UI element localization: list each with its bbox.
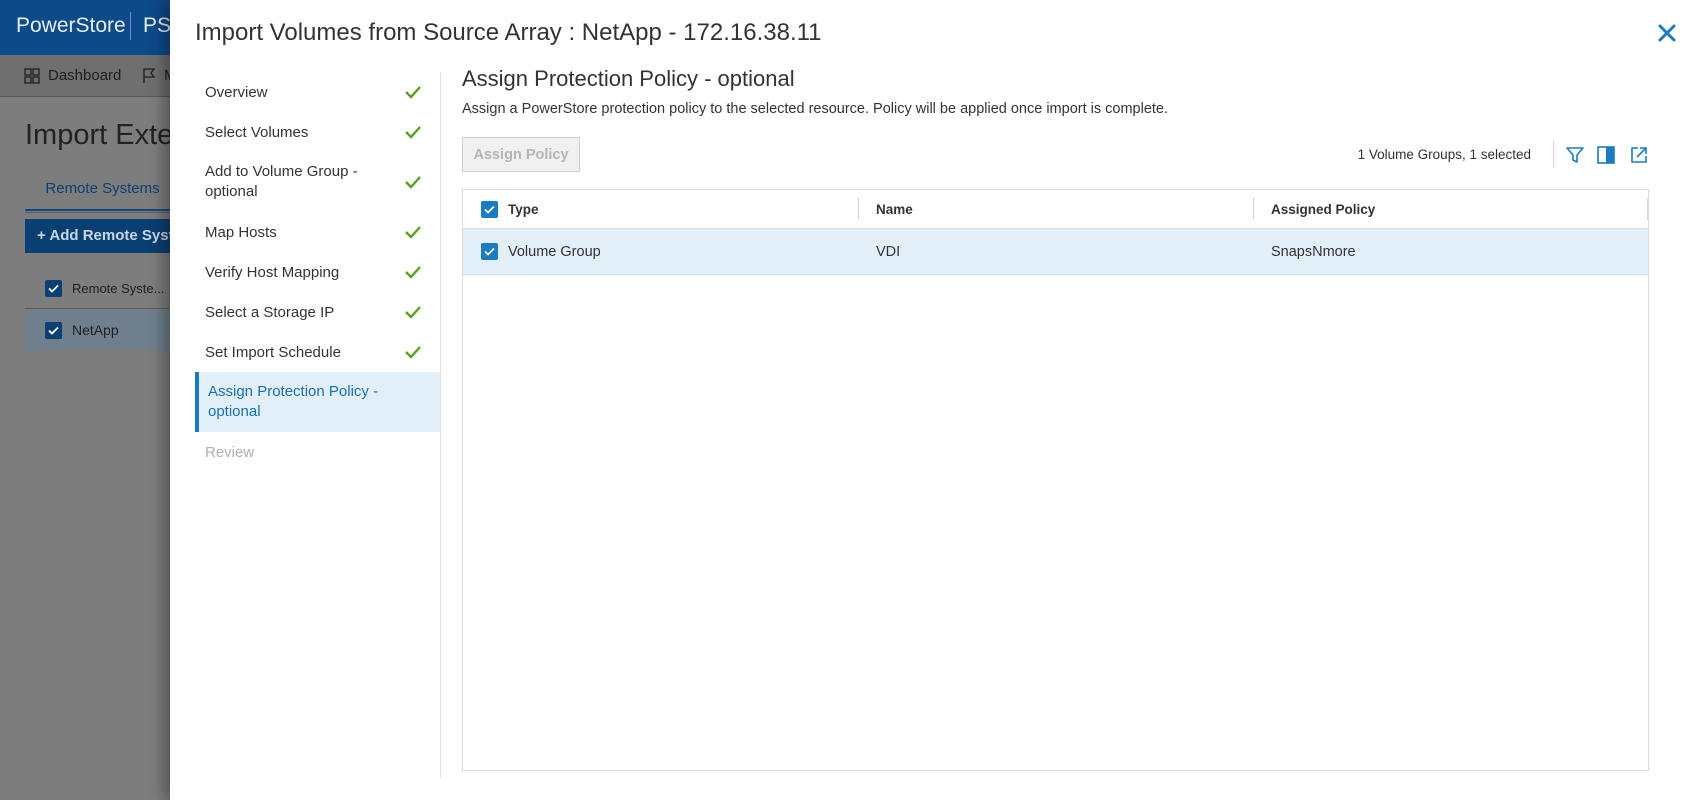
close-icon[interactable] (1655, 21, 1679, 45)
row-checkbox[interactable] (45, 321, 62, 339)
step-label: Verify Host Mapping (205, 263, 340, 281)
step-label: Assign Protection Policy - optional (208, 383, 379, 420)
column-type[interactable]: Type (463, 190, 858, 228)
step-select-storage-ip[interactable]: Select a Storage IP (195, 292, 440, 332)
table-row[interactable]: Volume Group VDI SnapsNmore (463, 229, 1648, 275)
table-header: Type Name Assigned Policy (463, 190, 1648, 229)
check-icon (405, 346, 421, 359)
step-review: Review (195, 432, 440, 472)
selection-count: 1 Volume Groups, 1 selected (1357, 147, 1531, 162)
check-icon (405, 176, 421, 189)
column-assigned-policy[interactable]: Assigned Policy (1253, 190, 1648, 228)
step-label: Overview (205, 83, 268, 101)
step-select-volumes[interactable]: Select Volumes (195, 112, 440, 152)
row-checkbox[interactable] (481, 243, 498, 260)
step-overview[interactable]: Overview (195, 72, 440, 112)
step-label: Select Volumes (205, 123, 309, 141)
brand-divider (130, 12, 131, 40)
toolbar-divider (1553, 140, 1554, 168)
table-header: Remote Syste... (25, 269, 180, 309)
check-icon (405, 86, 421, 99)
table-row[interactable]: NetApp (25, 310, 180, 350)
check-icon (405, 306, 421, 319)
step-label: Add to Volume Group - optional (205, 163, 358, 200)
step-label: Set Import Schedule (205, 343, 341, 361)
cell-name: VDI (858, 229, 1253, 274)
content-title: Assign Protection Policy - optional (462, 66, 795, 91)
content-description: Assign a PowerStore protection policy to… (462, 101, 1169, 117)
volume-groups-table: Type Name Assigned Policy Volume Group V… (462, 189, 1649, 771)
select-all-checkbox[interactable] (481, 200, 498, 218)
cell-assigned-policy: SnapsNmore (1253, 229, 1648, 274)
step-assign-protection-policy[interactable]: Assign Protection Policy - optional (195, 372, 440, 432)
select-all-checkbox[interactable] (45, 280, 62, 297)
cell-type: Volume Group (463, 229, 858, 274)
flag-icon (143, 67, 156, 83)
column-header-label: Name (876, 201, 913, 217)
dialog-title: Import Volumes from Source Array : NetAp… (195, 19, 822, 46)
dashboard-icon (24, 67, 40, 84)
cell-value: SnapsNmore (1271, 243, 1356, 260)
tab-remote-systems[interactable]: Remote Systems (25, 171, 180, 211)
add-remote-system-button[interactable]: + Add Remote Syst (25, 219, 180, 253)
step-verify-host-mapping[interactable]: Verify Host Mapping (195, 252, 440, 292)
tab-divider (25, 212, 180, 213)
step-add-to-volume-group[interactable]: Add to Volume Group - optional (195, 152, 440, 212)
check-icon (405, 126, 421, 139)
brand-name: PowerStore (16, 14, 126, 37)
wizard-steps: Overview Select Volumes Add to Volume Gr… (195, 72, 440, 472)
step-label: Review (205, 443, 255, 461)
step-content: Assign Protection Policy - optional Assi… (462, 66, 1649, 771)
nav-item-dashboard[interactable]: Dashboard (24, 67, 121, 84)
step-label: Map Hosts (205, 223, 277, 241)
step-set-import-schedule[interactable]: Set Import Schedule (195, 332, 440, 372)
cell-value: Volume Group (508, 243, 601, 260)
step-map-hosts[interactable]: Map Hosts (195, 212, 440, 252)
page-title: Import Exte (25, 119, 174, 151)
nav-item-label: Dashboard (48, 67, 122, 84)
column-header-label: Assigned Policy (1271, 201, 1376, 217)
step-label: Select a Storage IP (205, 303, 335, 321)
import-dialog: Import Volumes from Source Array : NetAp… (170, 0, 1688, 800)
column-divider (1647, 198, 1648, 220)
check-icon (405, 226, 421, 239)
check-icon (405, 266, 421, 279)
export-icon[interactable] (1629, 145, 1649, 165)
column-header: Remote Syste... (72, 281, 165, 296)
column-header-label: Type (508, 201, 539, 217)
filter-icon[interactable] (1565, 145, 1585, 165)
assign-policy-button[interactable]: Assign Policy (462, 137, 580, 172)
row-label: NetApp (72, 322, 119, 338)
columns-icon[interactable] (1596, 145, 1616, 165)
column-name[interactable]: Name (858, 190, 1253, 228)
steps-divider (440, 72, 441, 779)
cell-value: VDI (876, 243, 901, 260)
